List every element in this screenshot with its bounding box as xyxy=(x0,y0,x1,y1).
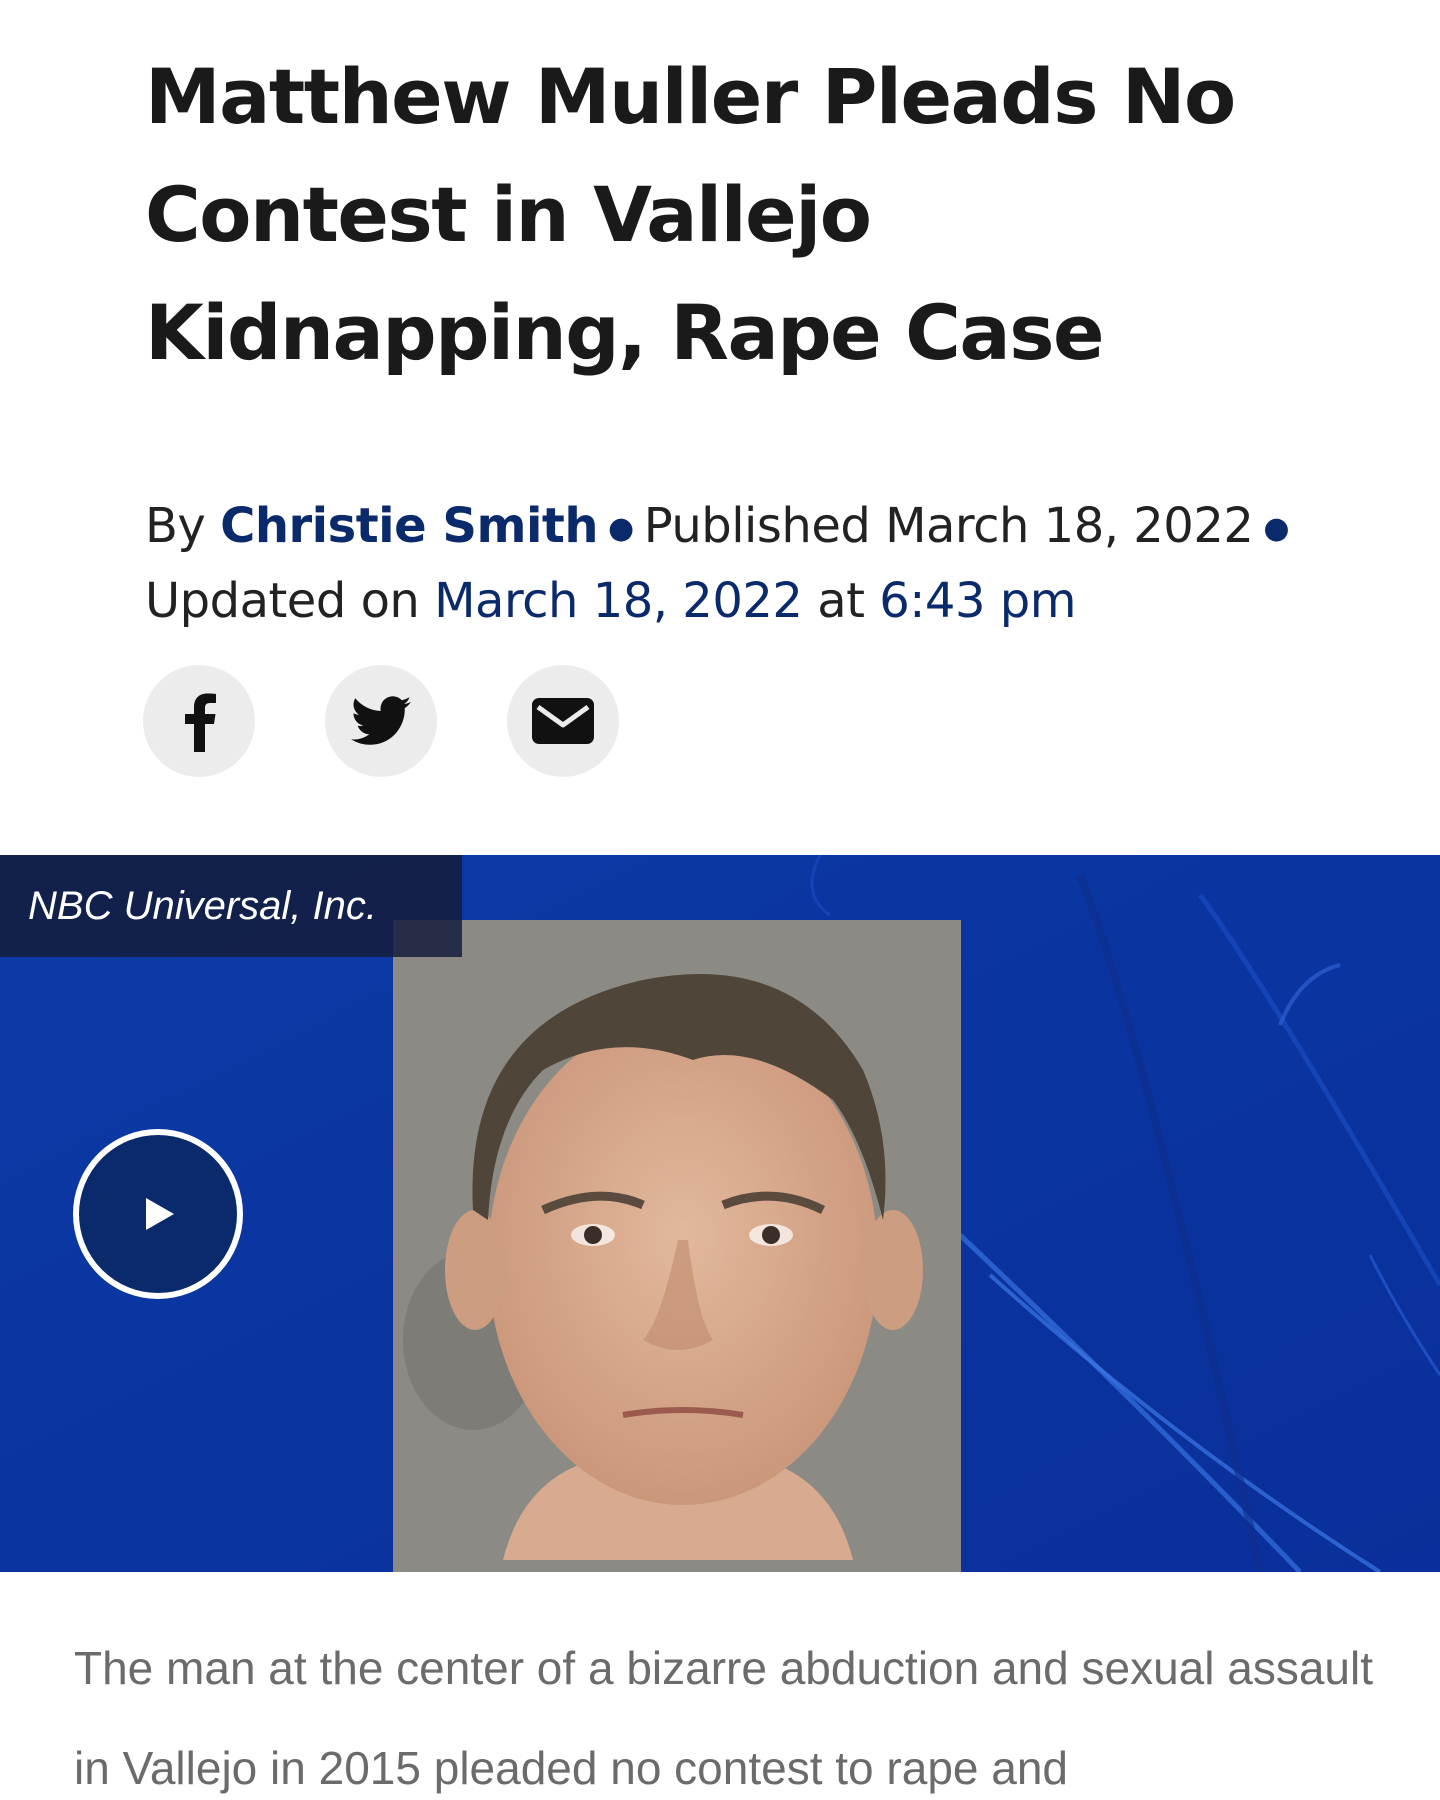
twitter-share-button[interactable] xyxy=(325,665,437,777)
play-icon xyxy=(146,1198,174,1230)
mugshot-photo xyxy=(393,920,961,1572)
play-button[interactable] xyxy=(73,1129,243,1299)
twitter-icon xyxy=(351,696,411,745)
byline-by: By xyxy=(145,498,206,554)
byline: By Christie Smith ● Published March 18, 20… xyxy=(145,490,1345,637)
updated-date: March 18, 2022 xyxy=(434,573,803,629)
article-headline: Matthew Muller Pleads No Contest in Vall… xyxy=(145,52,1236,377)
separator-dot: ● xyxy=(1263,511,1290,546)
email-icon xyxy=(532,698,594,744)
video-player[interactable]: NBC Universal, Inc. xyxy=(0,855,1440,1572)
share-buttons xyxy=(143,665,619,777)
facebook-share-button[interactable] xyxy=(143,665,255,777)
video-credit: NBC Universal, Inc. xyxy=(0,855,462,957)
author-link[interactable]: Christie Smith xyxy=(220,498,598,554)
published-date: March 18, 2022 xyxy=(885,498,1254,554)
published-label: Published xyxy=(643,498,871,554)
article-body-paragraph: The man at the center of a bizarre abduc… xyxy=(74,1642,1374,1794)
facebook-icon xyxy=(185,693,216,752)
updated-at: at xyxy=(817,573,865,629)
email-share-button[interactable] xyxy=(507,665,619,777)
separator-dot: ● xyxy=(608,511,634,546)
updated-time: 6:43 pm xyxy=(879,573,1076,629)
updated-label: Updated on xyxy=(145,573,420,629)
